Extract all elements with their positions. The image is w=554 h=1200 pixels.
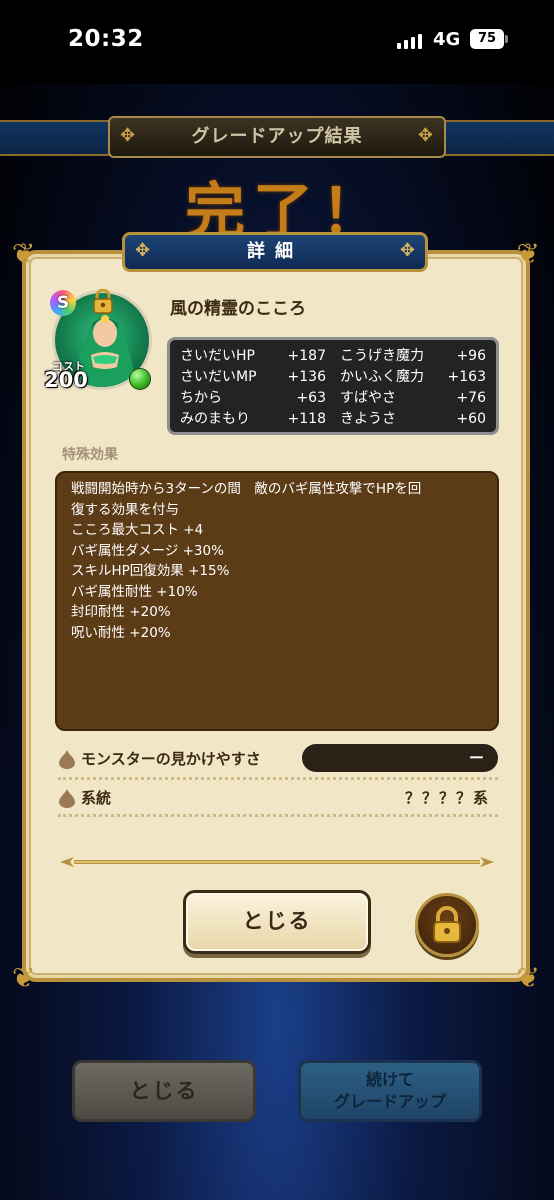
corner-ornament-icon: ❦ (516, 237, 540, 270)
fleur-ornament-icon: ✥ (399, 240, 415, 261)
green-gem-icon (129, 368, 151, 390)
stat-row: さいだいHP +187 (180, 347, 326, 366)
effect-line: バギ属性ダメージ +30% (71, 542, 224, 559)
stat-label: ちから (180, 390, 222, 406)
stat-value: +163 (447, 369, 486, 385)
effect-line: こころ最大コスト +4 (71, 522, 204, 538)
stat-row: すばやさ +76 (340, 389, 486, 408)
stat-label: みのまもり (180, 411, 250, 427)
fleur-ornament-icon: ✥ (135, 240, 151, 261)
dotted-divider (58, 814, 498, 817)
appearance-label: モンスターの見かけやすさ (81, 750, 261, 768)
lock-button[interactable] (415, 893, 479, 957)
stat-label: こうげき魔力 (340, 348, 424, 364)
stat-row: みのまもり +118 (180, 410, 326, 429)
continue-grade-up-button[interactable]: 続けて グレードアップ (298, 1060, 482, 1122)
lock-icon (433, 906, 461, 943)
status-bar: 20:32 4G 75 (0, 0, 554, 84)
stat-label: きようさ (340, 411, 396, 427)
close-button[interactable]: とじる (183, 890, 371, 954)
stats-box: さいだいHP +187 こうげき魔力 +96 さいだいMP +136 かいふく魔力 +1… (167, 337, 499, 435)
stat-row: こうげき魔力 +96 (340, 347, 486, 366)
stat-label: かいふく魔力 (340, 369, 424, 385)
family-row: 系統 ？？？？系 (58, 783, 498, 815)
corner-ornament-icon: ❦ (12, 237, 36, 270)
special-effects-box[interactable]: 戦闘開始時から3ターンの間 敵のバギ属性攻撃でHPを回 復する効果を付与 こころ… (55, 471, 499, 731)
droplet-icon (59, 750, 75, 769)
stat-row: さいだいMP +136 (180, 368, 326, 387)
stat-value: +118 (287, 411, 326, 427)
family-value: ？？？？系 (404, 789, 490, 807)
banner-title: グレードアップ結果 (191, 126, 363, 147)
ornamental-divider (60, 857, 494, 867)
family-label: 系統 (81, 789, 112, 807)
stat-row: ちから +63 (180, 389, 326, 408)
appearance-value-box: ー (302, 744, 498, 772)
effect-line: バギ属性耐性 +10% (71, 583, 198, 600)
detail-title: 詳細 (247, 241, 303, 262)
banner-plate: ✥ グレードアップ結果 ✥ (108, 116, 446, 158)
corner-ornament-icon: ❦ (516, 961, 540, 994)
fleur-ornament-icon: ✥ (417, 125, 434, 146)
continue-line-2: グレードアップ (333, 1092, 446, 1111)
stat-value: +96 (456, 348, 486, 364)
detail-tab: ✥ 詳細 ✥ (122, 232, 428, 272)
complete-title: 完了！ (185, 177, 389, 232)
effect-line: 復する効果を付与 (71, 501, 179, 518)
special-effects-title: 特殊効果 (62, 447, 118, 463)
item-name: 風の精霊のこころ (170, 299, 306, 319)
stat-row: きようさ +60 (340, 410, 486, 429)
effect-line: 戦闘開始時から3ターンの間 敵のバギ属性攻撃でHPを回 (71, 481, 422, 497)
battery-icon: 75 (470, 29, 504, 49)
effect-line: 呪い耐性 +20% (71, 624, 171, 641)
stat-row: かいふく魔力 +163 (340, 368, 486, 387)
status-time: 20:32 (68, 26, 144, 52)
stat-value: +63 (296, 390, 326, 406)
stat-value: +187 (287, 348, 326, 364)
stat-value: +76 (456, 390, 486, 406)
corner-ornament-icon: ❦ (12, 961, 36, 994)
appearance-value: ー (468, 749, 484, 767)
battery-tip (505, 35, 508, 43)
stat-label: さいだいMP (180, 369, 257, 385)
appearance-row: モンスターの見かけやすさ ー (58, 744, 498, 776)
effect-line: スキルHP回復効果 +15% (71, 563, 230, 579)
rank-badge: S (50, 290, 76, 316)
footer-close-button[interactable]: とじる (72, 1060, 256, 1122)
network-type: 4G (433, 29, 461, 50)
fleur-ornament-icon: ✥ (120, 125, 137, 146)
stat-label: すばやさ (340, 390, 396, 406)
continue-line-1: 続けて (365, 1070, 414, 1089)
droplet-icon (59, 789, 75, 808)
dotted-divider (58, 777, 498, 780)
stat-label: さいだいHP (180, 348, 255, 364)
effect-line: 封印耐性 +20% (71, 604, 171, 620)
cost-value: 200 (44, 368, 88, 392)
stat-value: +136 (287, 369, 326, 385)
stat-value: +60 (456, 411, 486, 427)
signal-icon (397, 33, 422, 49)
lock-icon (93, 289, 113, 314)
